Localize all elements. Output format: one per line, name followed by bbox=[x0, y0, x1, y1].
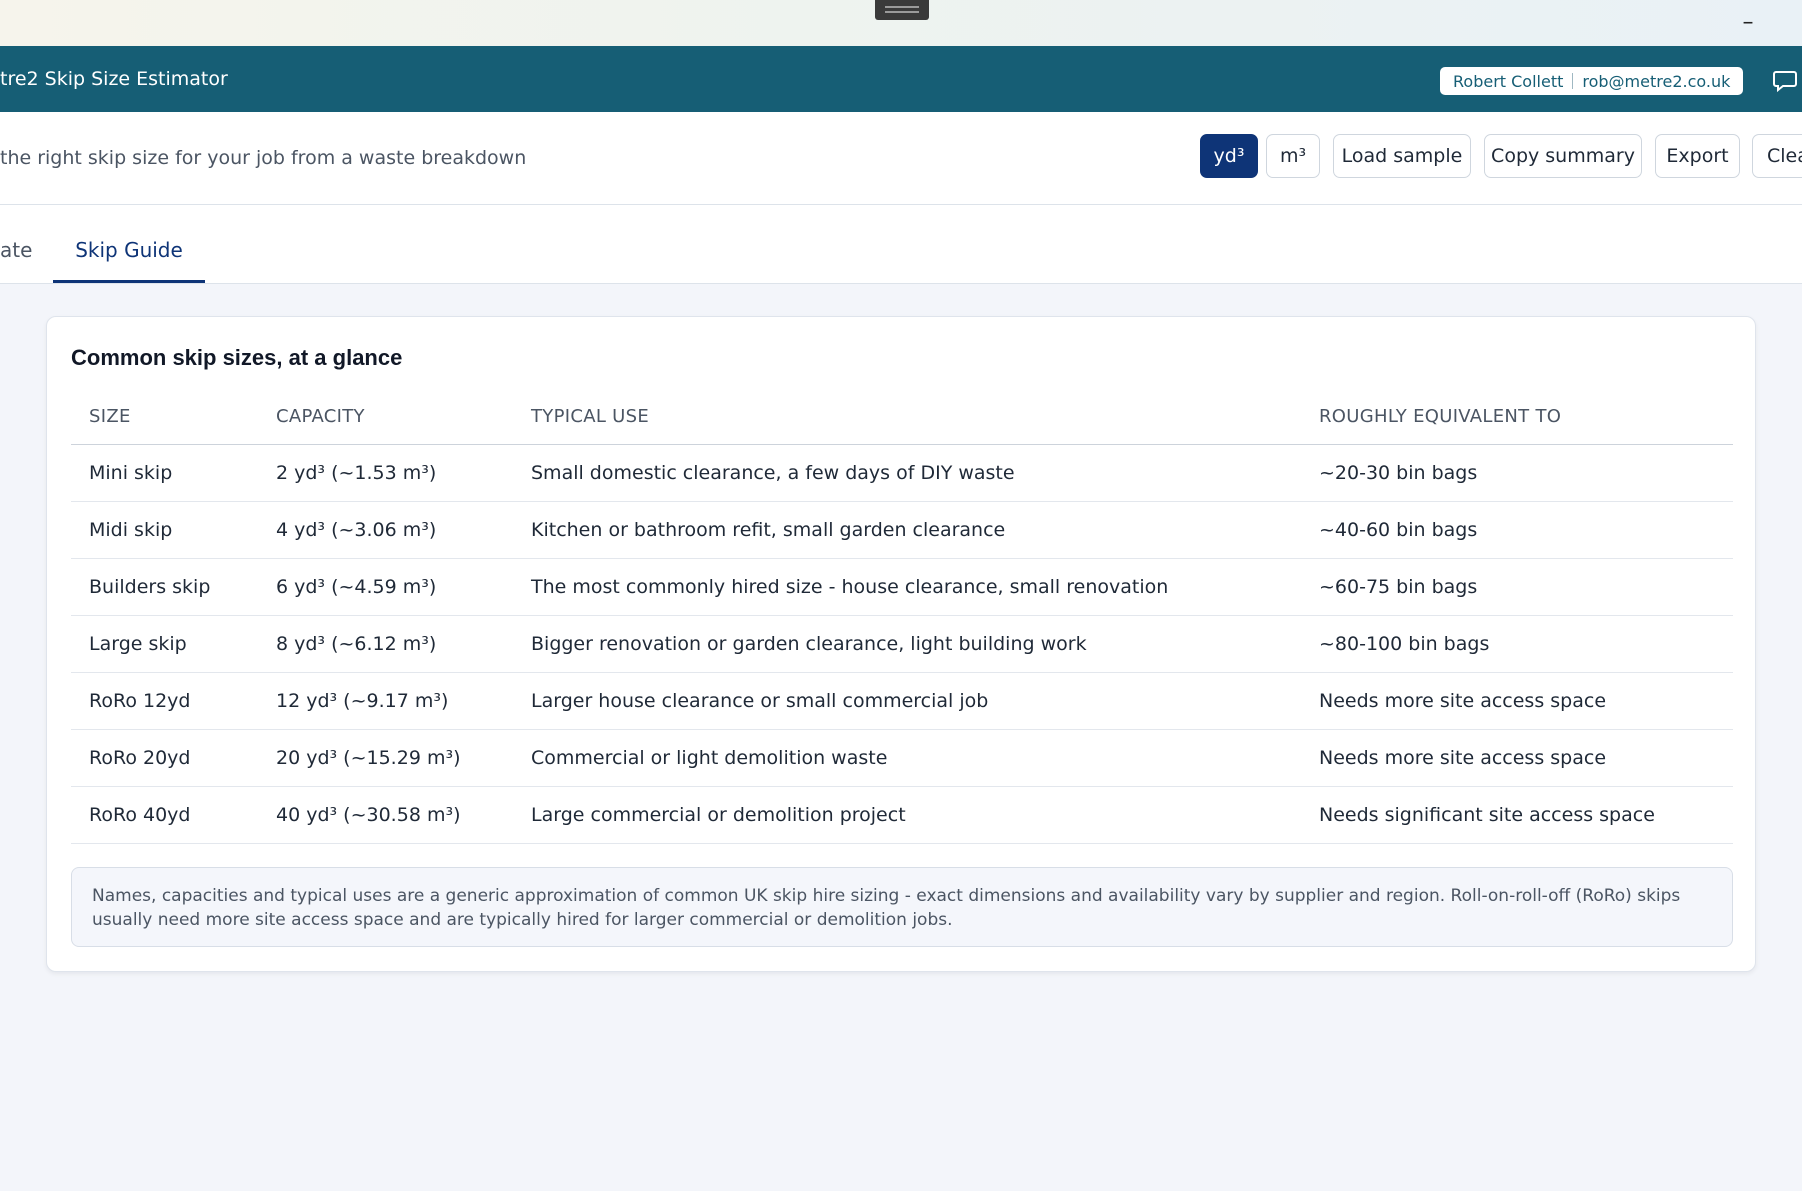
cell-size: Builders skip bbox=[71, 558, 258, 616]
cell-size: RoRo 40yd bbox=[71, 786, 258, 844]
cell-equivalent: ~80-100 bin bags bbox=[1301, 615, 1733, 673]
user-badge[interactable]: Robert Collett rob@metre2.co.uk bbox=[1440, 67, 1744, 95]
window-titlebar: – bbox=[0, 0, 1802, 46]
user-name: Robert Collett bbox=[1453, 71, 1564, 91]
column-header-typical-use: TYPICAL USE bbox=[513, 389, 1301, 445]
cell-typical-use: The most commonly hired size - house cle… bbox=[513, 558, 1301, 616]
cell-size: Large skip bbox=[71, 615, 258, 673]
table-header-row: SIZE CAPACITY TYPICAL USE ROUGHLY EQUIVA… bbox=[71, 389, 1733, 445]
tab-estimate[interactable]: ate bbox=[0, 205, 40, 283]
cell-typical-use: Kitchen or bathroom refit, small garden … bbox=[513, 501, 1301, 559]
card-title: Common skip sizes, at a glance bbox=[71, 345, 403, 370]
table-row: Midi skip 4 yd³ (~3.06 m³) Kitchen or ba… bbox=[71, 501, 1733, 559]
cell-equivalent: Needs significant site access space bbox=[1301, 786, 1733, 844]
load-sample-button[interactable]: Load sample bbox=[1333, 134, 1471, 178]
app-title: tre2 Skip Size Estimator bbox=[0, 68, 228, 90]
skip-guide-card: Common skip sizes, at a glance SIZE CAPA… bbox=[46, 316, 1756, 972]
table-row: RoRo 40yd 40 yd³ (~30.58 m³) Large comme… bbox=[71, 786, 1733, 844]
cell-size: RoRo 12yd bbox=[71, 672, 258, 730]
table-row: Large skip 8 yd³ (~6.12 m³) Bigger renov… bbox=[71, 615, 1733, 673]
cell-typical-use: Larger house clearance or small commerci… bbox=[513, 672, 1301, 730]
clear-button[interactable]: Clea bbox=[1752, 134, 1802, 178]
cell-size: Midi skip bbox=[71, 501, 258, 559]
cell-equivalent: Needs more site access space bbox=[1301, 729, 1733, 787]
divider bbox=[1572, 73, 1574, 89]
minimize-button[interactable]: – bbox=[1735, 8, 1761, 38]
cell-typical-use: Bigger renovation or garden clearance, l… bbox=[513, 615, 1301, 673]
app-header: tre2 Skip Size Estimator Robert Collett … bbox=[0, 46, 1802, 112]
cell-typical-use: Commercial or light demolition waste bbox=[513, 729, 1301, 787]
page-subtitle: the right skip size for your job from a … bbox=[0, 147, 527, 169]
cell-typical-use: Small domestic clearance, a few days of … bbox=[513, 444, 1301, 502]
cell-capacity: 20 yd³ (~15.29 m³) bbox=[258, 729, 513, 787]
column-header-size: SIZE bbox=[71, 389, 258, 445]
cell-size: Mini skip bbox=[71, 444, 258, 502]
cell-capacity: 8 yd³ (~6.12 m³) bbox=[258, 615, 513, 673]
disclaimer-note: Names, capacities and typical uses are a… bbox=[71, 867, 1733, 947]
tab-skip-guide[interactable]: Skip Guide bbox=[53, 205, 205, 283]
tab-bar: ate Skip Guide bbox=[0, 205, 1802, 284]
cell-size: RoRo 20yd bbox=[71, 729, 258, 787]
cell-equivalent: ~60-75 bin bags bbox=[1301, 558, 1733, 616]
user-email: rob@metre2.co.uk bbox=[1582, 71, 1731, 91]
cell-equivalent: ~20-30 bin bags bbox=[1301, 444, 1733, 502]
toolbar: the right skip size for your job from a … bbox=[0, 112, 1802, 205]
cell-capacity: 6 yd³ (~4.59 m³) bbox=[258, 558, 513, 616]
table-row: RoRo 20yd 20 yd³ (~15.29 m³) Commercial … bbox=[71, 729, 1733, 787]
cell-typical-use: Large commercial or demolition project bbox=[513, 786, 1301, 844]
table-row: Builders skip 6 yd³ (~4.59 m³) The most … bbox=[71, 558, 1733, 616]
feedback-chat-icon[interactable] bbox=[1772, 66, 1800, 94]
drag-handle[interactable] bbox=[875, 0, 929, 20]
cell-capacity: 2 yd³ (~1.53 m³) bbox=[258, 444, 513, 502]
table-row: RoRo 12yd 12 yd³ (~9.17 m³) Larger house… bbox=[71, 672, 1733, 730]
unit-yd-toggle[interactable]: yd³ bbox=[1200, 134, 1258, 178]
cell-capacity: 12 yd³ (~9.17 m³) bbox=[258, 672, 513, 730]
copy-summary-button[interactable]: Copy summary bbox=[1484, 134, 1642, 178]
cell-capacity: 40 yd³ (~30.58 m³) bbox=[258, 786, 513, 844]
table-row: Mini skip 2 yd³ (~1.53 m³) Small domesti… bbox=[71, 444, 1733, 502]
unit-m-toggle[interactable]: m³ bbox=[1266, 134, 1320, 178]
cell-capacity: 4 yd³ (~3.06 m³) bbox=[258, 501, 513, 559]
cell-equivalent: Needs more site access space bbox=[1301, 672, 1733, 730]
cell-equivalent: ~40-60 bin bags bbox=[1301, 501, 1733, 559]
export-button[interactable]: Export bbox=[1655, 134, 1740, 178]
column-header-capacity: CAPACITY bbox=[258, 389, 513, 445]
column-header-equivalent: ROUGHLY EQUIVALENT TO bbox=[1301, 389, 1733, 445]
skip-sizes-table: SIZE CAPACITY TYPICAL USE ROUGHLY EQUIVA… bbox=[71, 389, 1733, 844]
